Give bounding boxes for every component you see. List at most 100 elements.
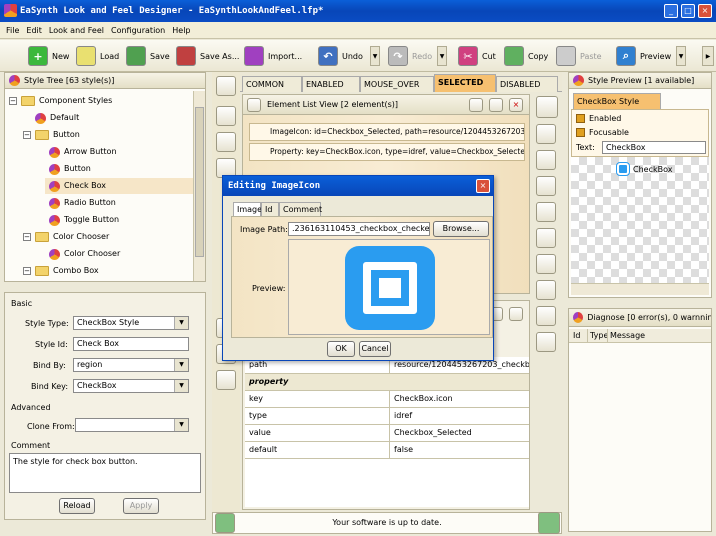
list-icon[interactable] <box>216 106 236 126</box>
menu-configuration[interactable]: Configuration <box>111 26 165 35</box>
tab-mouse-over[interactable]: MOUSE_OVER <box>360 76 434 92</box>
toolbar-overflow[interactable]: ▶ <box>702 46 714 66</box>
dimension-icon[interactable] <box>536 280 556 300</box>
collapse-icon[interactable]: − <box>9 97 17 105</box>
bind-by-select[interactable]: region ▼ <box>73 358 189 372</box>
move-down-button[interactable] <box>469 98 483 112</box>
paste-button[interactable]: Paste <box>556 45 602 67</box>
image-path-input[interactable]: .236163110453_checkbox_checked.png <box>288 222 430 236</box>
apply-button[interactable]: Apply <box>123 498 159 514</box>
cut-button[interactable]: ✂ Cut <box>458 45 496 67</box>
enabled-checkbox[interactable]: Enabled <box>576 114 621 123</box>
import-button[interactable]: Import... <box>244 45 302 67</box>
integer-icon[interactable] <box>536 228 556 248</box>
undo-icon: ↶ <box>318 46 338 66</box>
dialog-tab-id[interactable]: Id <box>261 202 279 216</box>
tab-common[interactable]: COMMON <box>242 76 302 92</box>
tab-selected[interactable]: SELECTED <box>434 74 496 92</box>
folder-icon <box>35 130 49 140</box>
menu-edit[interactable]: Edit <box>26 26 42 35</box>
table-row[interactable]: key CheckBox.icon <box>245 391 529 408</box>
focusable-checkbox[interactable]: Focusable <box>576 128 629 137</box>
insets-icon[interactable] <box>216 370 236 390</box>
tab-disabled[interactable]: DISABLED <box>496 76 558 92</box>
tree-item-arrow-button[interactable]: Arrow Button <box>49 144 117 160</box>
table-row[interactable]: type idref <box>245 408 529 425</box>
reload-button[interactable]: Reload <box>59 498 95 514</box>
save-as-button[interactable]: Save As... <box>176 45 239 67</box>
tree-item-button[interactable]: Button <box>49 161 91 177</box>
element-list-item[interactable]: Property: key=CheckBox.icon, type=idref,… <box>249 143 525 161</box>
tab-enabled[interactable]: ENABLED <box>302 76 360 92</box>
tree-item-component-styles[interactable]: − Component Styles <box>9 93 112 109</box>
close-button[interactable]: × <box>698 4 712 18</box>
collapse-icon[interactable]: − <box>23 131 31 139</box>
browse-button[interactable]: Browse... <box>433 221 489 237</box>
settings-button[interactable] <box>489 98 503 112</box>
tree-scroll-thumb[interactable] <box>195 107 204 257</box>
tree-item-toggle-button[interactable]: Toggle Button <box>49 212 119 228</box>
style-icon <box>35 112 46 124</box>
add-element-button[interactable] <box>536 96 558 118</box>
preview-dropdown[interactable]: ▼ <box>676 46 686 66</box>
tab-checkbox-style-preview[interactable]: CheckBox Style Preview <box>573 93 661 122</box>
redo-button[interactable]: ↷ Redo <box>388 45 432 67</box>
tree-item-radio-button[interactable]: Radio Button <box>49 195 116 211</box>
menu-file[interactable]: File <box>6 26 19 35</box>
grid-icon[interactable] <box>216 132 236 152</box>
tree-item-color-chooser-folder[interactable]: − Color Chooser <box>23 229 109 245</box>
status-bar: Your software is up to date. <box>212 512 562 534</box>
text-icon[interactable] <box>536 150 556 170</box>
tree-item-color-chooser[interactable]: Color Chooser <box>49 246 120 262</box>
delete-button[interactable]: × <box>509 98 523 112</box>
load-button[interactable]: Load <box>76 45 119 67</box>
tree-item-combo-box-folder[interactable]: − Combo Box <box>23 263 99 279</box>
collapse-icon[interactable]: − <box>23 233 31 241</box>
update-icon[interactable] <box>538 512 560 534</box>
checkmark-icon[interactable] <box>215 513 235 533</box>
preview-text-input[interactable]: CheckBox <box>602 141 706 154</box>
table-row[interactable]: default false <box>245 442 529 459</box>
copy-button[interactable]: Copy <box>504 45 548 67</box>
style-type-select[interactable]: CheckBox Style ▼ <box>73 316 189 330</box>
tree-item-check-box[interactable]: Check Box <box>45 178 193 194</box>
string-property-icon[interactable] <box>536 332 556 352</box>
ok-button[interactable]: OK <box>327 341 355 357</box>
folder-icon <box>35 232 49 242</box>
comment-textarea[interactable]: The style for check box button. <box>9 453 201 493</box>
preview-button[interactable]: ⌕ Preview <box>616 45 671 67</box>
tree-item-default[interactable]: Default <box>35 110 79 126</box>
color-icon[interactable] <box>536 124 556 144</box>
property-grid[interactable]: pathresource/1204453267203_checkbox... p… <box>245 357 529 507</box>
style-id-input[interactable]: Check Box <box>73 337 189 351</box>
palette-icon[interactable] <box>216 76 236 96</box>
tree-scrollbar[interactable] <box>193 91 205 281</box>
minimize-button[interactable]: _ <box>664 4 678 18</box>
undo-dropdown[interactable]: ▼ <box>370 46 380 66</box>
table-row[interactable]: value Checkbox_Selected <box>245 425 529 442</box>
element-list-item[interactable]: ImageIcon: id=Checkbox_Selected, path=re… <box>249 123 525 141</box>
icon-property-icon[interactable] <box>536 306 556 326</box>
cancel-button[interactable]: Cancel <box>359 341 391 357</box>
opacity-icon[interactable] <box>536 176 556 196</box>
bind-key-select[interactable]: CheckBox ▼ <box>73 379 189 393</box>
preview-hscrollbar[interactable] <box>571 283 709 295</box>
undo-button[interactable]: ↶ Undo <box>318 45 363 67</box>
dialog-close-button[interactable]: × <box>476 179 490 193</box>
menu-look-and-feel[interactable]: Look and Feel <box>49 26 104 35</box>
clone-from-select[interactable]: ▼ <box>75 418 189 432</box>
dialog-tab-image[interactable]: Image <box>233 202 262 216</box>
maximize-button[interactable]: □ <box>681 4 695 18</box>
tree-item-button-folder[interactable]: − Button <box>23 127 80 143</box>
boolean-icon[interactable] <box>536 202 556 222</box>
collapse-icon[interactable]: − <box>23 267 31 275</box>
grid-delete-button[interactable] <box>509 307 523 321</box>
preview-checkbox[interactable]: CheckBox <box>616 162 672 176</box>
dialog-tab-comment[interactable]: Comment <box>279 202 322 216</box>
save-button[interactable]: Save <box>126 45 170 67</box>
redo-dropdown[interactable]: ▼ <box>437 46 447 66</box>
insets-property-icon[interactable] <box>536 254 556 274</box>
style-tree[interactable]: − Component Styles Default − Button Arrow … <box>5 91 193 281</box>
menu-help[interactable]: Help <box>172 26 190 35</box>
new-button[interactable]: + New <box>28 45 69 67</box>
